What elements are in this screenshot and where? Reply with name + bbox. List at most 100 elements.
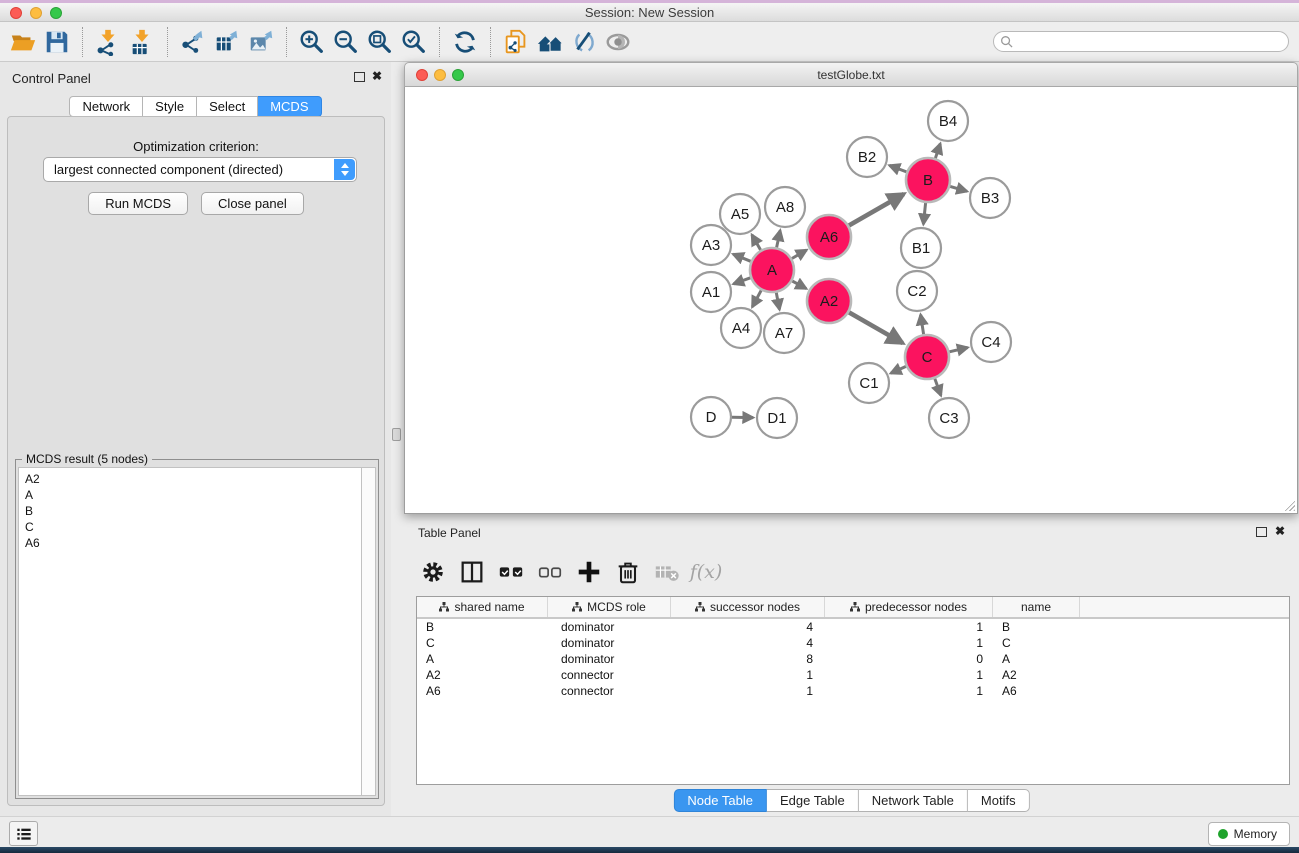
network-node-A[interactable]: A [750, 248, 794, 292]
mcds-result-item[interactable]: A [25, 487, 361, 503]
network-node-D1[interactable]: D1 [757, 398, 797, 438]
table-row[interactable]: A2connector11A2 [417, 667, 1289, 683]
float-table-panel-icon[interactable] [1256, 527, 1267, 537]
save-session-button[interactable] [40, 26, 74, 58]
close-table-panel-icon[interactable]: ✖ [1275, 524, 1285, 538]
mcds-result-item[interactable]: A6 [25, 535, 361, 551]
network-node-C2[interactable]: C2 [897, 271, 937, 311]
table-row[interactable]: Adominator80A [417, 651, 1289, 667]
search-input[interactable] [1017, 35, 1267, 49]
table-row[interactable]: Bdominator41B [417, 619, 1289, 635]
network-edge-B-B3[interactable] [950, 186, 967, 191]
criterion-select[interactable]: largest connected component (directed) [43, 157, 357, 182]
network-node-A4[interactable]: A4 [721, 308, 761, 348]
network-node-B[interactable]: B [906, 158, 950, 202]
network-edge-A-A7[interactable] [776, 293, 779, 310]
show-graphics-details-button[interactable] [601, 26, 635, 58]
network-close-button[interactable] [416, 69, 428, 81]
network-edge-B-B2[interactable] [889, 165, 906, 172]
network-edge-A-A1[interactable] [734, 278, 751, 284]
import-network-button[interactable] [91, 26, 125, 58]
delete-table-button[interactable] [652, 556, 682, 588]
tab-network[interactable]: Network [69, 96, 143, 117]
close-panel-button[interactable]: Close panel [201, 192, 304, 215]
memory-button[interactable]: Memory [1208, 822, 1290, 846]
table-row[interactable]: Cdominator41C [417, 635, 1289, 651]
network-node-A6[interactable]: A6 [807, 215, 851, 259]
network-edge-A-A2[interactable] [792, 281, 806, 289]
network-minimize-button[interactable] [434, 69, 446, 81]
network-edge-A2-C[interactable] [849, 312, 903, 343]
network-edge-A-A8[interactable] [777, 230, 781, 247]
select-all-button[interactable] [496, 556, 526, 588]
network-edge-C-C3[interactable] [935, 379, 941, 396]
network-node-A1[interactable]: A1 [691, 272, 731, 312]
network-node-B1[interactable]: B1 [901, 228, 941, 268]
close-window-button[interactable] [10, 7, 22, 19]
network-window-titlebar[interactable]: testGlobe.txt [404, 62, 1298, 87]
network-edge-A-A4[interactable] [752, 290, 761, 307]
mcds-result-scrollbar[interactable] [361, 467, 376, 796]
network-node-B2[interactable]: B2 [847, 137, 887, 177]
network-canvas[interactable]: AA6A2BCA5A8A3A1A4A7B4B2B3B1C2C1C4C3DD1 [405, 87, 1297, 512]
network-edge-A-A6[interactable] [792, 250, 807, 259]
network-edge-B-B1[interactable] [923, 203, 925, 224]
tab-edge-table[interactable]: Edge Table [767, 789, 859, 812]
network-node-A3[interactable]: A3 [691, 225, 731, 265]
export-image-button[interactable] [244, 26, 278, 58]
open-session-button[interactable] [6, 26, 40, 58]
mcds-result-item[interactable]: C [25, 519, 361, 535]
mcds-result-list[interactable]: A2ABCA6 [18, 467, 361, 796]
tab-motifs[interactable]: Motifs [968, 789, 1030, 812]
network-edge-A6-B[interactable] [849, 194, 904, 226]
float-panel-icon[interactable] [354, 72, 365, 82]
mcds-result-item[interactable]: B [25, 503, 361, 519]
network-edge-B-B4[interactable] [935, 144, 940, 159]
network-edge-A-A3[interactable] [733, 254, 751, 261]
clone-network-button[interactable] [499, 26, 533, 58]
network-edge-C-C2[interactable] [921, 315, 924, 335]
tab-network-table[interactable]: Network Table [859, 789, 968, 812]
app-titlebar[interactable]: Session: New Session [0, 3, 1299, 22]
table-row[interactable]: A6connector11A6 [417, 683, 1289, 699]
column-header-shared-name[interactable]: shared name [417, 597, 548, 617]
home-button[interactable] [533, 26, 567, 58]
network-edge-C-C1[interactable] [891, 366, 906, 373]
network-node-A5[interactable]: A5 [720, 194, 760, 234]
network-node-D[interactable]: D [691, 397, 731, 437]
deselect-all-button[interactable] [535, 556, 565, 588]
zoom-selected-button[interactable] [397, 26, 431, 58]
network-node-B3[interactable]: B3 [970, 178, 1010, 218]
network-edge-C-C4[interactable] [949, 348, 967, 352]
network-node-C4[interactable]: C4 [971, 322, 1011, 362]
maximize-window-button[interactable] [50, 7, 62, 19]
run-mcds-button[interactable]: Run MCDS [88, 192, 188, 215]
delete-column-button[interactable] [613, 556, 643, 588]
network-canvas-area[interactable]: AA6A2BCA5A8A3A1A4A7B4B2B3B1C2C1C4C3DD1 [404, 87, 1298, 514]
network-node-C[interactable]: C [905, 335, 949, 379]
column-header-predecessor-nodes[interactable]: predecessor nodes [825, 597, 993, 617]
function-builder-button[interactable]: f(x) [691, 556, 721, 588]
network-node-A7[interactable]: A7 [764, 313, 804, 353]
export-table-button[interactable] [210, 26, 244, 58]
network-node-C1[interactable]: C1 [849, 363, 889, 403]
hide-labels-button[interactable] [567, 26, 601, 58]
show-columns-button[interactable] [457, 556, 487, 588]
column-header-successor-nodes[interactable]: successor nodes [671, 597, 825, 617]
tab-select[interactable]: Select [197, 96, 258, 117]
zoom-out-button[interactable] [329, 26, 363, 58]
panel-divider-handle[interactable] [392, 428, 401, 441]
refresh-button[interactable] [448, 26, 482, 58]
tab-style[interactable]: Style [143, 96, 197, 117]
node-table[interactable]: shared name MCDS role successor nodes pr… [416, 596, 1290, 785]
network-node-A8[interactable]: A8 [765, 187, 805, 227]
close-panel-icon[interactable]: ✖ [372, 69, 382, 83]
column-header-mcds-role[interactable]: MCDS role [548, 597, 671, 617]
zoom-in-button[interactable] [295, 26, 329, 58]
export-network-button[interactable] [176, 26, 210, 58]
network-node-B4[interactable]: B4 [928, 101, 968, 141]
mcds-result-item[interactable]: A2 [25, 471, 361, 487]
zoom-fit-button[interactable] [363, 26, 397, 58]
network-edge-A-A5[interactable] [752, 235, 761, 250]
create-column-button[interactable] [574, 556, 604, 588]
